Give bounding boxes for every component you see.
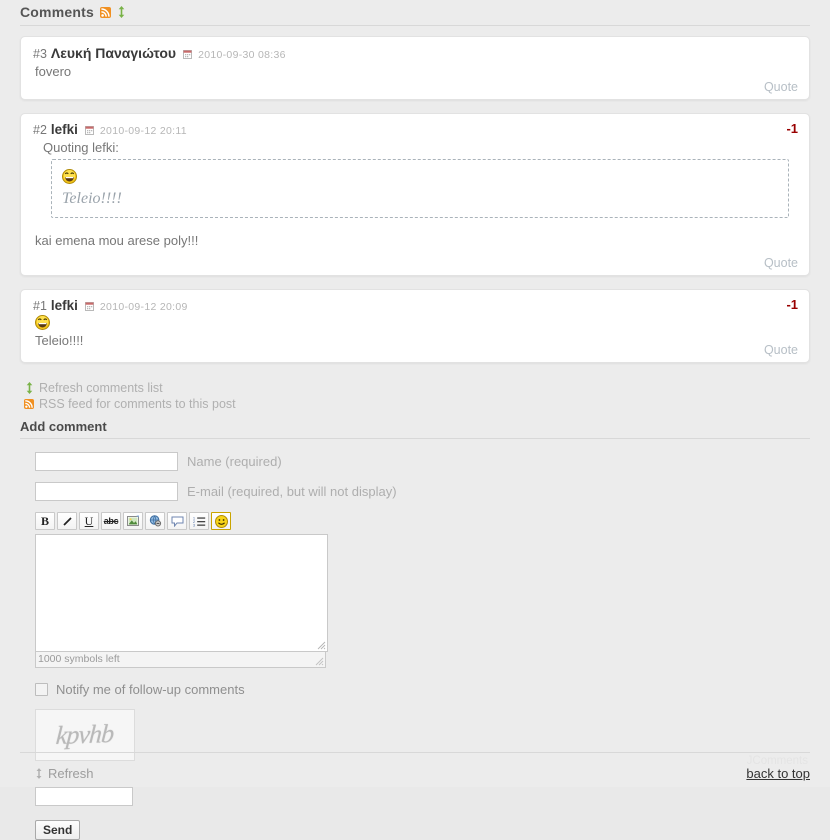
refresh-icon[interactable] — [117, 6, 126, 18]
comment-date: 2010-09-30 08:36 — [198, 49, 286, 61]
globe-link-icon — [149, 515, 161, 527]
quote-link[interactable]: Quote — [764, 256, 798, 270]
message-editor-wrap — [35, 534, 328, 653]
comments-page: Comments #3 Λευκή Παναγιώτου 2010-09-30 … — [0, 0, 830, 840]
resize-grip-icon[interactable] — [315, 657, 324, 666]
insert-quote-button[interactable] — [167, 512, 187, 531]
name-input[interactable] — [35, 452, 178, 472]
refresh-icon[interactable] — [25, 382, 34, 395]
email-field-row: E-mail (required, but will not display) — [35, 482, 810, 502]
notify-checkbox[interactable] — [35, 683, 48, 697]
laughing-smiley-icon — [62, 168, 77, 184]
image-icon — [126, 515, 139, 527]
insert-smiley-button[interactable] — [211, 512, 231, 531]
laughing-smiley-icon — [35, 314, 50, 330]
quote-link[interactable]: Quote — [764, 343, 798, 357]
content-column: Comments #3 Λευκή Παναγιώτου 2010-09-30 … — [20, 0, 810, 840]
comment-number: #3 — [33, 47, 47, 61]
rss-feed-link[interactable]: RSS feed for comments to this post — [39, 397, 236, 411]
captcha-input[interactable] — [35, 787, 133, 807]
comment-body: kai emena mou arese poly!!! — [35, 232, 199, 248]
rss-icon[interactable] — [99, 6, 111, 18]
speech-bubble-icon — [171, 516, 183, 527]
comment-date: 2010-09-12 20:11 — [99, 125, 187, 137]
editor-toolbar: B U abc 1 2 3 — [35, 512, 810, 531]
svg-text:3: 3 — [193, 523, 195, 526]
notify-row: Notify me of follow-up comments — [35, 682, 810, 697]
comment-author: Λευκή Παναγιώτου — [50, 45, 177, 61]
comment-list: #3 Λευκή Παναγιώτου 2010-09-30 08:36 fov… — [20, 26, 810, 364]
quoting-label: Quoting lefki: — [43, 140, 119, 155]
page-footer: JComments back to top — [20, 752, 810, 787]
notify-label: Notify me of follow-up comments — [56, 682, 245, 698]
comment-vote-score: -1 — [786, 121, 798, 136]
back-to-top-link[interactable]: back to top — [746, 766, 810, 781]
comment-author: lefki — [50, 298, 78, 314]
refresh-comments-link[interactable]: Refresh comments list — [39, 381, 163, 395]
email-input[interactable] — [35, 482, 178, 502]
underline-button[interactable]: U — [79, 512, 99, 531]
calendar-icon — [84, 126, 94, 135]
calendar-icon — [183, 50, 193, 59]
name-label: Name (required) — [187, 454, 282, 470]
comment-item: #3 Λευκή Παναγιώτου 2010-09-30 08:36 fov… — [20, 36, 810, 100]
symbols-left-bar: 1000 symbols left — [35, 652, 326, 669]
comment-header: #2 lefki 2010-09-12 20:11 — [33, 122, 797, 137]
symbols-left-text: 1000 symbols left — [38, 653, 120, 666]
comment-actions: Refresh comments list RSS feed for comme… — [20, 376, 810, 412]
comment-number: #2 — [33, 123, 47, 137]
bold-button[interactable]: B — [35, 512, 55, 531]
calendar-icon — [84, 302, 94, 312]
comment-number: #1 — [33, 299, 47, 314]
page-title: Comments — [20, 4, 94, 20]
comment-header: #1 lefki 2010-09-12 20:09 — [33, 298, 797, 313]
comment-vote-score: -1 — [786, 297, 798, 313]
numbered-list-icon: 1 2 3 — [193, 516, 205, 527]
rss-feed-row: RSS feed for comments to this post — [20, 396, 810, 412]
comment-body: fovero — [35, 64, 72, 79]
comments-header: Comments — [20, 0, 810, 26]
comment-body: Teleio!!!! — [35, 332, 84, 348]
ordered-list-button[interactable]: 1 2 3 — [189, 512, 209, 531]
italic-button[interactable] — [57, 512, 77, 531]
send-button[interactable]: Send — [35, 820, 81, 840]
italic-icon — [62, 516, 72, 526]
refresh-comments-row: Refresh comments list — [20, 380, 810, 396]
quoted-block: Teleio!!!! — [51, 159, 789, 218]
comment-item: #2 lefki 2010-09-12 20:11 -1 Quoting lef… — [20, 113, 810, 277]
add-comment-heading: Add comment — [20, 419, 810, 440]
message-textarea[interactable] — [35, 534, 328, 653]
email-label: E-mail (required, but will not display) — [187, 484, 397, 500]
insert-link-button[interactable] — [145, 512, 165, 531]
quote-link[interactable]: Quote — [764, 80, 798, 94]
comment-item: #1 lefki 2010-09-12 20:09 -1 Teleio!!!! … — [20, 289, 810, 364]
captcha-text: kpvhb — [55, 719, 115, 751]
comment-header: #3 Λευκή Παναγιώτου 2010-09-30 08:36 — [33, 45, 797, 61]
insert-image-button[interactable] — [123, 512, 143, 531]
name-field-row: Name (required) — [35, 452, 810, 472]
rss-icon[interactable] — [24, 399, 34, 410]
smiley-icon — [214, 514, 228, 528]
send-row: Send — [35, 820, 810, 840]
quoted-text: Teleio!!!! — [62, 189, 122, 207]
comment-date: 2010-09-12 20:09 — [99, 301, 188, 314]
comment-author: lefki — [50, 122, 78, 137]
strikethrough-button[interactable]: abc — [101, 512, 121, 531]
